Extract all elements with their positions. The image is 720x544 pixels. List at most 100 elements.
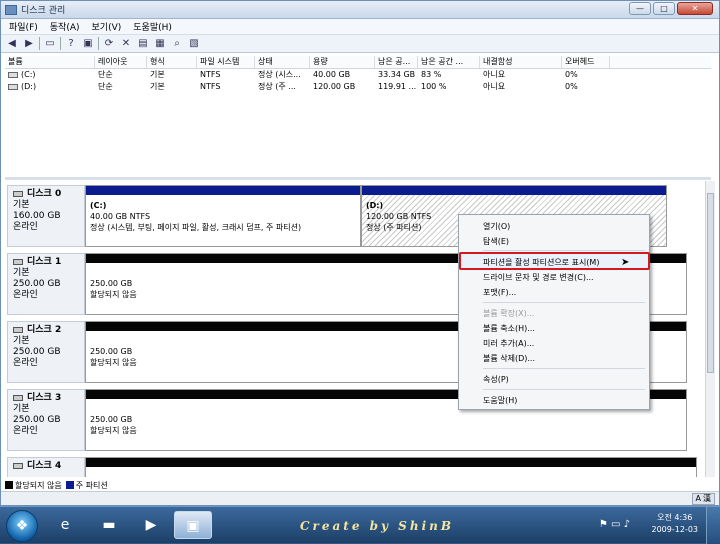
show-desktop-button[interactable]: [706, 507, 720, 544]
menu-item-open[interactable]: 열기(O): [483, 221, 510, 232]
menu-item-properties[interactable]: 속성(P): [483, 374, 509, 385]
file-explorer-icon[interactable]: ▬: [90, 511, 128, 539]
clock-time: 오전 4:36: [657, 513, 693, 522]
ime-language-bar[interactable]: A 漢: [691, 493, 715, 505]
disk-info[interactable]: 디스크 3 기본 250.00 GB 온라인: [7, 389, 85, 451]
menu-item-mark-active[interactable]: 파티션을 활성 파티션으로 표시(M): [483, 257, 599, 268]
col-fault-tolerance[interactable]: 내결함성: [480, 56, 562, 68]
partition-title: (C:): [90, 201, 107, 210]
disk-name: 디스크 0: [27, 189, 62, 199]
partition-c[interactable]: (C:) 40.00 GB NTFS 정상 (시스템, 부팅, 페이지 파일, …: [85, 185, 361, 247]
unallocated-swatch: [5, 481, 13, 489]
partition-status: 정상 (시스템, 부팅, 페이지 파일, 활성, 크래시 덤프, 주 파티션): [90, 223, 302, 232]
col-free-space[interactable]: 남은 공...: [375, 56, 418, 68]
maximize-button[interactable]: □: [653, 2, 675, 15]
menu-item-shrink-volume[interactable]: 볼륨 축소(H)...: [483, 323, 535, 334]
vertical-scrollbar[interactable]: [705, 181, 715, 477]
menu-item-help[interactable]: 도움말(H): [483, 395, 517, 406]
menu-file[interactable]: 파일(F): [9, 20, 38, 33]
scrollbar-thumb[interactable]: [707, 193, 714, 373]
col-filesystem[interactable]: 파일 시스템: [197, 56, 255, 68]
disk-management-taskbar-icon[interactable]: ▣: [174, 511, 212, 539]
volume-list: 볼륨 레이아웃 형식 파일 시스템 상태 용량 남은 공... 남은 공간 ..…: [5, 56, 711, 176]
unallocated-partition[interactable]: [85, 457, 697, 477]
menu-bar: 파일(F) 동작(A) 보기(V) 도움말(H): [1, 19, 719, 35]
disk-info[interactable]: 디스크 4: [7, 457, 85, 477]
menu-view[interactable]: 보기(V): [92, 20, 122, 33]
console-icon[interactable]: ▭: [43, 37, 57, 50]
table-cell: 기본: [150, 82, 165, 91]
col-volume[interactable]: 볼륨: [5, 56, 95, 68]
disk-icon: [13, 190, 23, 197]
open-icon[interactable]: ▦: [153, 37, 167, 50]
partition-title: (D:): [366, 201, 384, 210]
drive-icon: [8, 83, 18, 90]
menu-item-extend-volume: 볼륨 확장(X)...: [483, 309, 535, 318]
rescan-icon[interactable]: ⟳: [102, 37, 116, 50]
volume-list-header: 볼륨 레이아웃 형식 파일 시스템 상태 용량 남은 공... 남은 공간 ..…: [5, 56, 711, 69]
back-icon[interactable]: ◀: [5, 37, 19, 50]
menu-item-change-drive-letter[interactable]: 드라이브 문자 및 경로 변경(C)...: [483, 272, 594, 283]
minimize-button[interactable]: —: [629, 2, 651, 15]
table-cell: NTFS: [200, 82, 221, 91]
mouse-cursor-icon: ➤: [621, 257, 630, 268]
close-button[interactable]: ✕: [677, 2, 713, 15]
menu-item-add-mirror[interactable]: 미러 추가(A)...: [483, 338, 534, 349]
col-type[interactable]: 형식: [147, 56, 197, 68]
help-icon[interactable]: ?: [64, 37, 78, 50]
col-capacity[interactable]: 용량: [310, 56, 375, 68]
col-percent-free[interactable]: 남은 공간 ...: [418, 56, 480, 68]
col-layout[interactable]: 레이아웃: [95, 56, 147, 68]
volume-name-cell: (D:): [5, 81, 95, 93]
menu-help[interactable]: 도움말(H): [133, 20, 172, 33]
primary-swatch: [65, 481, 74, 489]
unallocated-bar: [86, 458, 696, 467]
disk-type: 기본: [13, 336, 30, 346]
table-cell: 아니요: [483, 70, 506, 79]
settings-icon[interactable]: ▧: [187, 37, 201, 50]
menu-separator: [483, 389, 645, 390]
start-button[interactable]: ❖: [6, 510, 38, 542]
disk-size: 160.00 GB: [13, 211, 61, 221]
table-cell: 33.34 GB: [378, 70, 416, 79]
menu-action[interactable]: 동작(A): [50, 20, 80, 33]
disk-icon: [13, 394, 23, 401]
forward-icon[interactable]: ▶: [22, 37, 36, 50]
disk-info[interactable]: 디스크 2 기본 250.00 GB 온라인: [7, 321, 85, 383]
col-overhead[interactable]: 오버헤드: [562, 56, 610, 68]
internet-explorer-icon[interactable]: e: [46, 511, 84, 539]
table-cell: 아니요: [483, 82, 506, 91]
clock-date: 2009-12-03: [651, 525, 699, 534]
disk-status: 온라인: [13, 358, 38, 368]
disk-info[interactable]: 디스크 1 기본 250.00 GB 온라인: [7, 253, 85, 315]
pane-splitter[interactable]: [5, 177, 711, 180]
menu-item-format[interactable]: 포맷(F)...: [483, 287, 516, 298]
disk-icon: [13, 326, 23, 333]
ime-hanja-icon[interactable]: 漢: [703, 494, 711, 504]
disk-status: 온라인: [13, 426, 38, 436]
search-icon[interactable]: ⌕: [170, 37, 184, 50]
table-row[interactable]: (C:) 단순 기본 NTFS 정상 (시스... 40.00 GB 33.34…: [5, 69, 711, 81]
table-row[interactable]: (D:) 단순 기본 NTFS 정상 (주 ... 120.00 GB 119.…: [5, 81, 711, 93]
col-status[interactable]: 상태: [255, 56, 310, 68]
drive-icon: [8, 71, 18, 78]
title-bar[interactable]: 디스크 관리 — □ ✕: [1, 1, 719, 19]
disk-info[interactable]: 디스크 0 기본 160.00 GB 온라인: [7, 185, 85, 247]
legend-unallocated: 할당되지 않음: [5, 480, 62, 491]
media-player-icon[interactable]: ▶: [132, 511, 170, 539]
menu-item-explore[interactable]: 탐색(E): [483, 236, 509, 247]
refresh-icon[interactable]: ▣: [81, 37, 95, 50]
table-cell: 정상 (시스...: [258, 70, 301, 79]
ime-mode-icon[interactable]: A: [696, 494, 701, 504]
menu-item-delete-volume[interactable]: 볼륨 삭제(D)...: [483, 353, 535, 364]
delete-icon[interactable]: ✕: [119, 37, 133, 50]
disk-name: 디스크 4: [27, 461, 62, 471]
table-cell: 40.00 GB: [313, 70, 351, 79]
table-cell: NTFS: [200, 70, 221, 79]
system-clock[interactable]: 오전 4:36 2009-12-03: [652, 512, 699, 536]
credit-watermark: Create by ShinB: [300, 519, 454, 533]
table-cell: 단순: [98, 70, 113, 79]
tray-icons[interactable]: ⚑ ▭ ♪: [599, 519, 630, 530]
taskbar: ❖ e ▬ ▶ ▣ Create by ShinB ⚑ ▭ ♪ 오전 4:36 …: [0, 506, 720, 544]
properties-icon[interactable]: ▤: [136, 37, 150, 50]
